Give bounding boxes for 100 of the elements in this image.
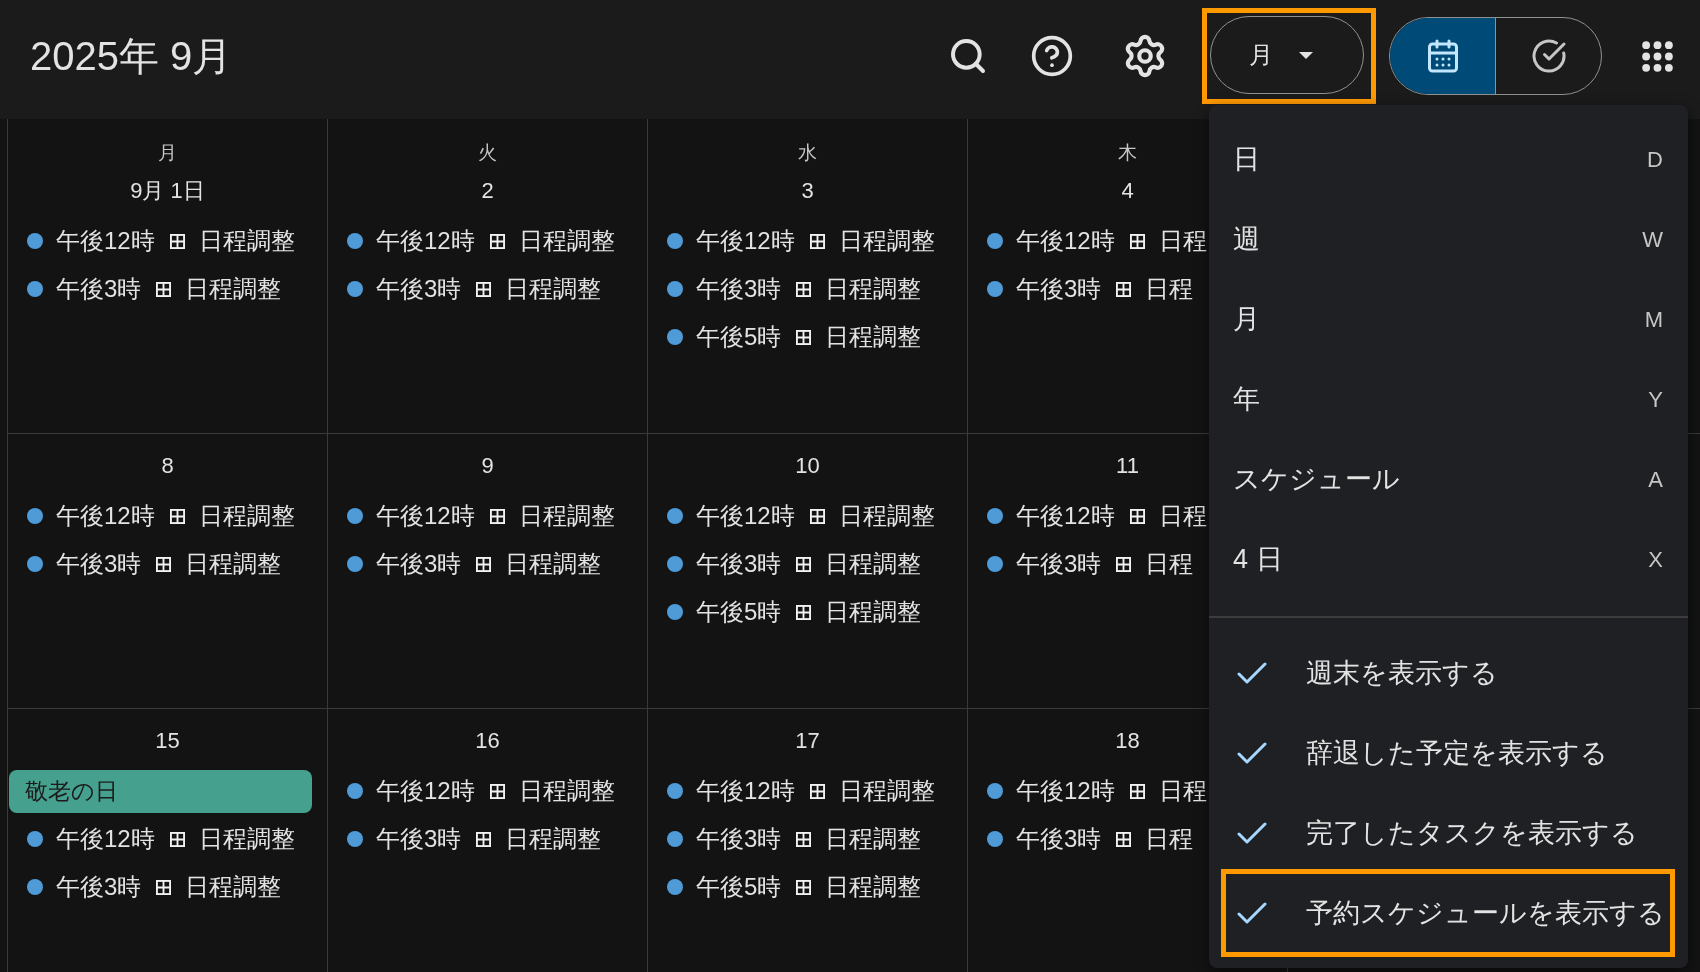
day-number[interactable]: 9	[481, 452, 494, 480]
day-number[interactable]: 16	[475, 727, 500, 755]
day-number[interactable]: 10	[795, 452, 820, 480]
menu-item[interactable]: 日 D	[1209, 119, 1688, 199]
event-title: 日程調整	[505, 824, 602, 854]
grid-icon	[489, 233, 505, 249]
menu-item[interactable]: スケジュール A	[1209, 439, 1688, 519]
event-time: 午後5時	[696, 322, 782, 352]
calendar-mode-button[interactable]	[1390, 18, 1495, 94]
grid-icon	[796, 556, 812, 572]
help-icon	[1030, 34, 1074, 78]
event-time: 午後3時	[696, 824, 782, 854]
grid-icon	[796, 329, 812, 345]
day-number[interactable]: 15	[155, 727, 180, 755]
check-circle-icon	[1530, 38, 1567, 74]
event-time: 午後3時	[1016, 549, 1102, 579]
event-title: 日程調整	[825, 824, 922, 854]
weekday-label: 水	[798, 141, 817, 165]
event-time: 午後12時	[56, 501, 155, 531]
grid-icon	[1129, 783, 1145, 799]
grid-icon	[1116, 556, 1132, 572]
menu-item[interactable]: 年 Y	[1209, 359, 1688, 439]
grid-icon	[796, 281, 812, 297]
shortcut-key: M	[1644, 302, 1663, 336]
event-time: 午後12時	[1016, 776, 1115, 806]
day-number[interactable]: 3	[801, 177, 814, 205]
weekday-label: 月	[158, 141, 177, 165]
month-title: 2025年 9月	[30, 33, 233, 80]
event-title: 日程調整	[838, 501, 935, 531]
event-title: 日程調整	[198, 226, 295, 256]
event-time: 午後3時	[696, 549, 782, 579]
event-time: 午後3時	[1016, 274, 1102, 304]
shortcut-key: X	[1648, 542, 1663, 576]
event-title: 日程	[1145, 274, 1194, 304]
event-time: 午後12時	[1016, 501, 1115, 531]
event-title: 日程調整	[198, 501, 295, 531]
grid-icon	[156, 556, 172, 572]
event-time: 午後3時	[376, 274, 462, 304]
day-number[interactable]: 18	[1115, 727, 1140, 755]
grid-icon	[169, 233, 185, 249]
caret-icon	[1299, 51, 1313, 59]
day-number[interactable]: 17	[795, 727, 820, 755]
apps-grid-icon	[1641, 40, 1673, 72]
grid-icon	[796, 604, 812, 620]
menu-item[interactable]: 月 M	[1209, 279, 1688, 359]
event-time: 午後3時	[376, 549, 462, 579]
shortcut-key: D	[1647, 142, 1663, 176]
event-title: 日程	[1145, 549, 1194, 579]
grid-icon	[156, 281, 172, 297]
grid-icon	[476, 281, 492, 297]
weekday-label: 木	[1118, 141, 1137, 165]
event-title: 日程調整	[185, 872, 282, 902]
event-time: 午後12時	[696, 776, 795, 806]
day-number[interactable]: 2	[481, 177, 494, 205]
grid-icon	[809, 508, 825, 524]
grid-icon	[476, 556, 492, 572]
event-title: 日程調整	[518, 501, 615, 531]
event-time: 午後5時	[696, 597, 782, 627]
event-title: 日程調整	[518, 226, 615, 256]
event-time: 午後12時	[56, 824, 155, 854]
event-title: 日程	[1158, 776, 1207, 806]
event-time: 午後12時	[376, 776, 475, 806]
event-title: 日程調整	[825, 274, 922, 304]
event-title: 日程調整	[825, 872, 922, 902]
menu-item[interactable]: 週 W	[1209, 199, 1688, 279]
event-time: 午後3時	[56, 872, 142, 902]
day-number[interactable]: 8	[161, 452, 174, 480]
event-time: 午後12時	[376, 226, 475, 256]
event-time: 午後5時	[696, 872, 782, 902]
event-time: 午後3時	[56, 274, 142, 304]
menu-checkbox-item[interactable]: 週末を表示する	[1226, 633, 1670, 713]
event-title: 日程調整	[198, 824, 295, 854]
event-time: 午後3時	[56, 549, 142, 579]
grid-icon	[1116, 831, 1132, 847]
day-number[interactable]: 4	[1121, 177, 1134, 205]
event-title: 日程調整	[838, 226, 935, 256]
grid-icon	[796, 879, 812, 895]
shortcut-key: Y	[1648, 382, 1663, 416]
event-title: 日程調整	[518, 776, 615, 806]
event-title: 日程	[1145, 824, 1194, 854]
event-title: 日程	[1158, 501, 1207, 531]
day-number[interactable]: 9月 1日	[130, 177, 205, 205]
menu-checkbox-item[interactable]: 辞退した予定を表示する	[1226, 713, 1670, 793]
holiday-event-chip[interactable]: 敬老の日	[9, 769, 312, 813]
shortcut-key: A	[1648, 462, 1663, 496]
grid-icon	[1116, 281, 1132, 297]
event-title: 日程調整	[825, 549, 922, 579]
event-title: 日程	[1158, 226, 1207, 256]
event-title: 日程調整	[505, 549, 602, 579]
weekday-label: 火	[478, 141, 497, 165]
event-time: 午後12時	[1016, 226, 1115, 256]
menu-item[interactable]: 4 日 X	[1209, 519, 1688, 599]
day-number[interactable]: 11	[1116, 452, 1139, 480]
shortcut-key: W	[1642, 222, 1663, 256]
grid-icon	[809, 783, 825, 799]
menu-checkbox-item[interactable]: 予約スケジュールを表示する	[1221, 869, 1675, 957]
grid-icon	[1129, 508, 1145, 524]
event-time: 午後3時	[1016, 824, 1102, 854]
grid-icon	[489, 508, 505, 524]
event-title: 日程調整	[825, 322, 922, 352]
